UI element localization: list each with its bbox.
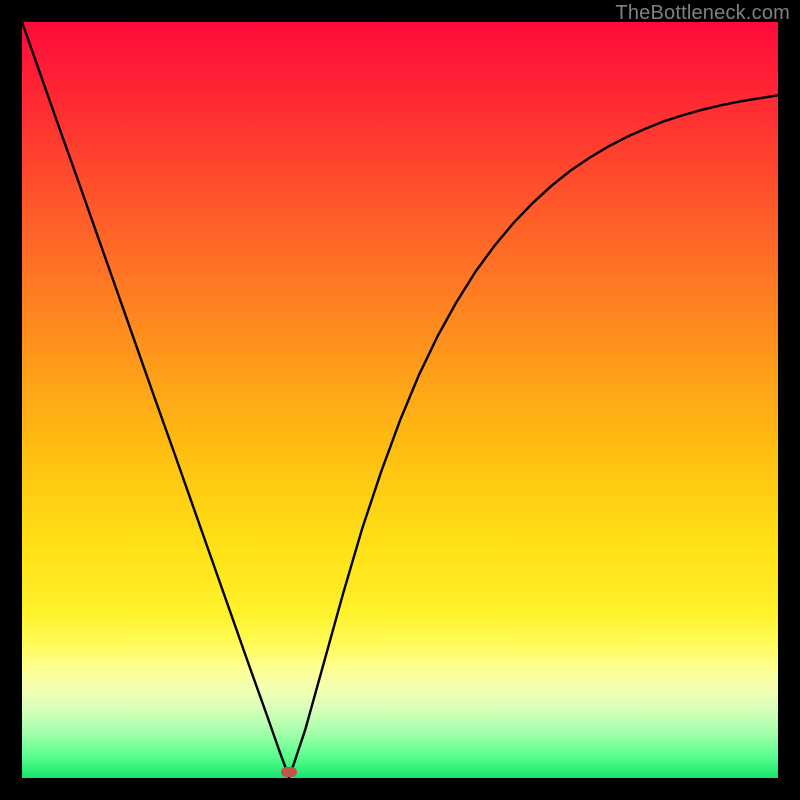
bottleneck-curve (22, 22, 778, 777)
watermark-label: TheBottleneck.com (615, 2, 790, 25)
curve-layer (22, 22, 778, 778)
chart-frame: TheBottleneck.com (0, 0, 800, 800)
plot-area (22, 22, 778, 778)
minimum-marker (281, 767, 297, 777)
